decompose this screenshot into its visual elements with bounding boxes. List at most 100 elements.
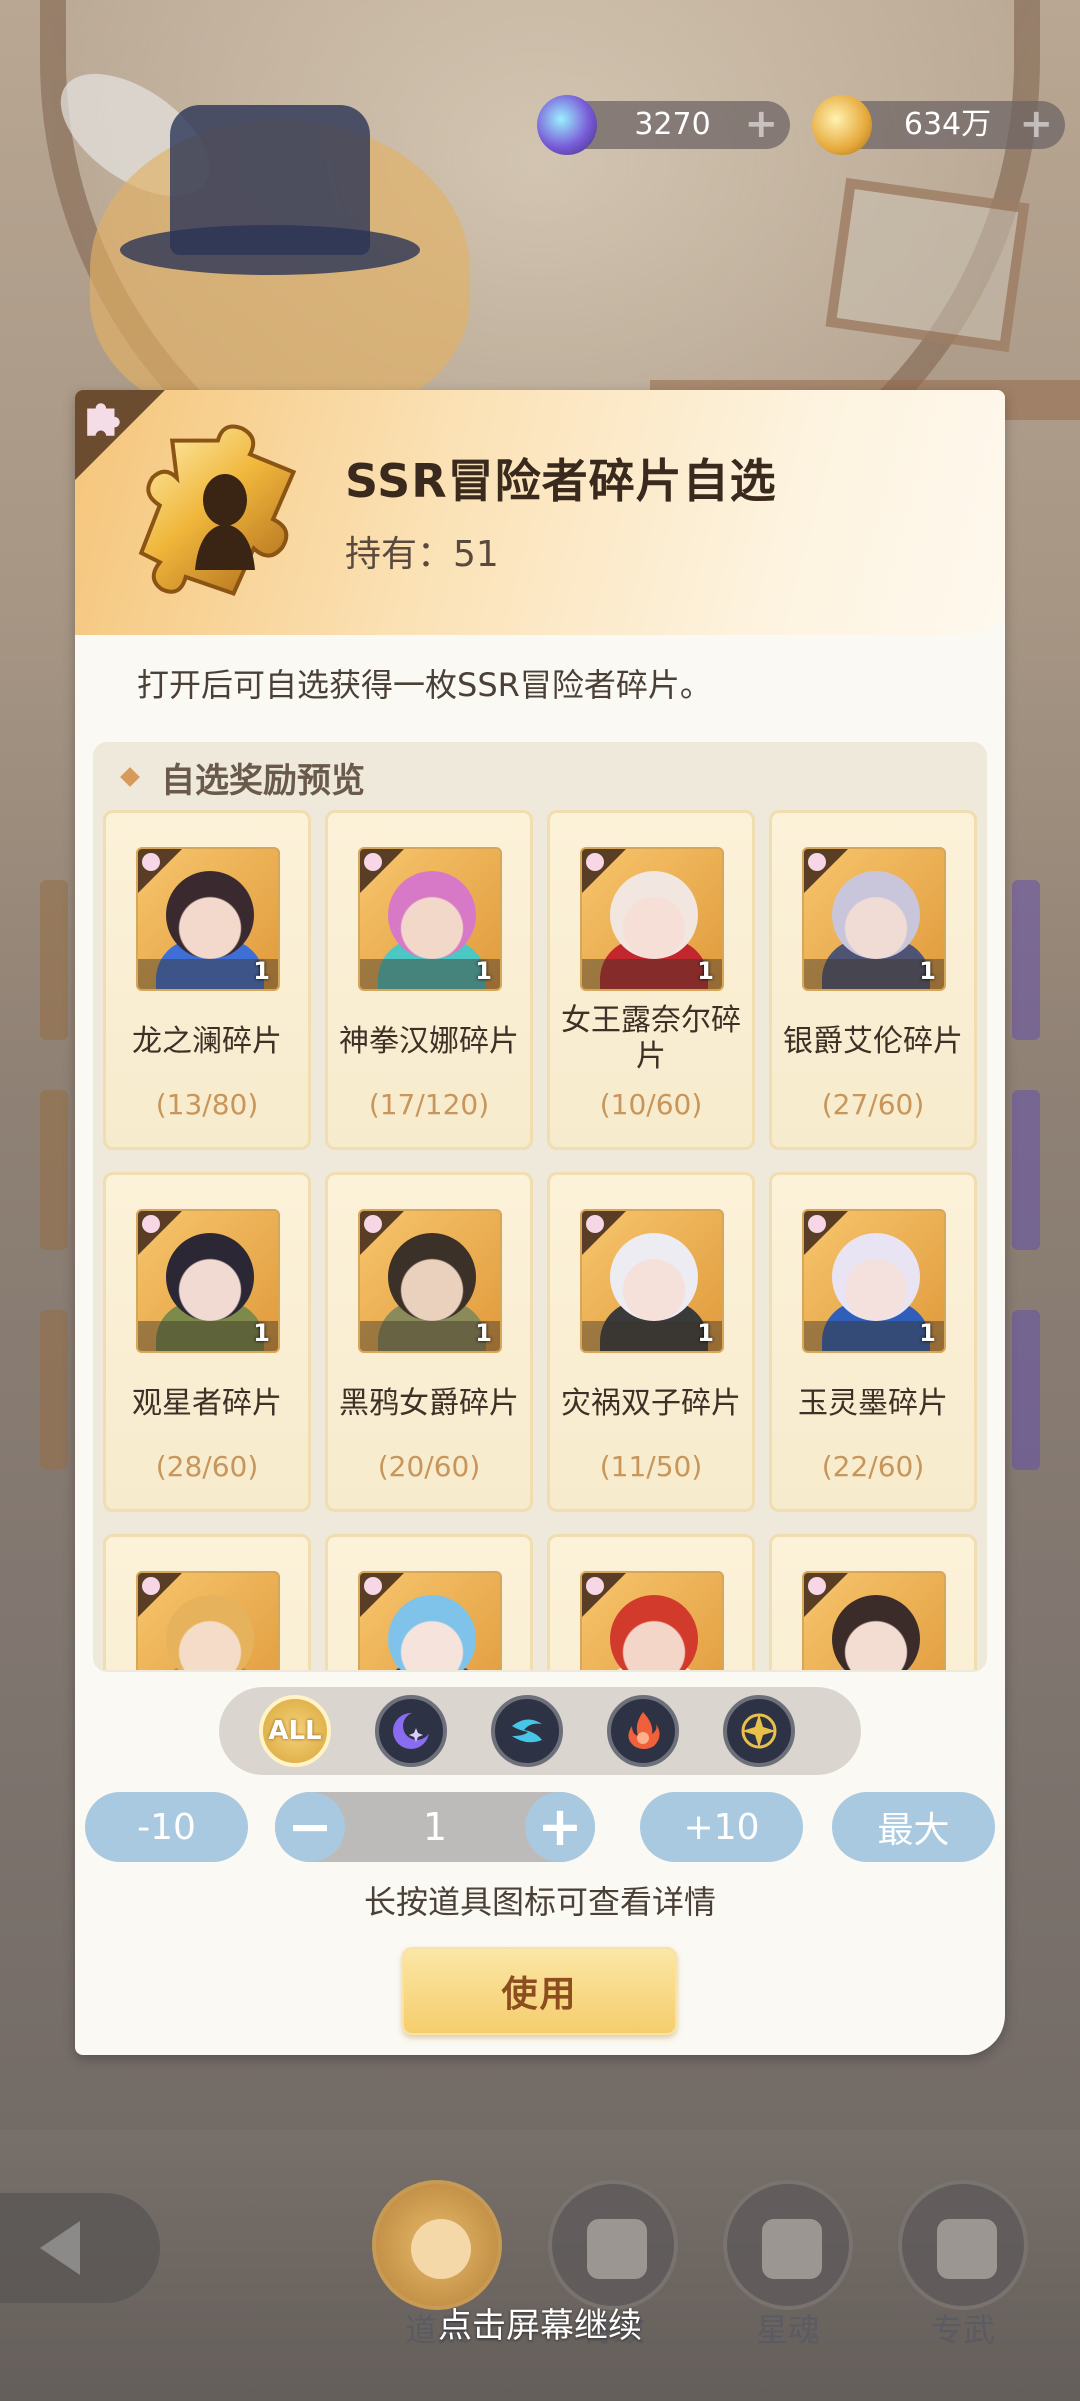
hero-portrait[interactable]: 1 — [802, 1209, 946, 1353]
back-button[interactable] — [0, 2193, 160, 2303]
quantity-value[interactable]: 1 — [345, 1792, 525, 1862]
hero-portrait[interactable]: 1 — [358, 847, 502, 991]
fragment-card[interactable]: 1 黑鸦女爵碎片 (20/60) — [325, 1172, 533, 1512]
background-card — [1012, 1310, 1040, 1470]
fragment-card[interactable] — [547, 1534, 755, 1670]
back-arrow-icon — [40, 2221, 80, 2275]
gear-icon — [937, 2219, 997, 2279]
fire-element-icon[interactable] — [607, 1695, 679, 1767]
fragment-count: 1 — [253, 957, 270, 985]
puzzle-piece-icon — [142, 1577, 160, 1595]
reward-preview-title: 自选奖励预览 — [161, 760, 365, 801]
moon-element-icon[interactable] — [375, 1695, 447, 1767]
reward-grid: 1 龙之澜碎片 (13/80) 1 神拳汉娜碎片 (17/120) 1 女王露奈尔碎片 (10/… — [103, 810, 983, 1670]
background-hat — [170, 105, 370, 255]
puzzle-piece-icon — [364, 1215, 382, 1233]
fragment-card[interactable]: 1 女王露奈尔碎片 (10/60) — [547, 810, 755, 1150]
gold-coin-icon — [812, 95, 872, 155]
puzzle-piece-icon — [87, 403, 120, 436]
moon-element-glyph — [393, 1712, 431, 1749]
fragment-name: 神拳汉娜碎片 — [339, 1024, 519, 1059]
wind-element-icon[interactable] — [491, 1695, 563, 1767]
bag-icon — [411, 2219, 471, 2279]
item-description: 打开后可自选获得一枚SSR冒险者碎片。 — [137, 666, 712, 704]
hero-portrait[interactable]: 1 — [136, 1209, 280, 1353]
nav-effects-button[interactable] — [548, 2180, 678, 2310]
wind-element-glyph — [512, 1719, 542, 1743]
puzzle-piece-icon — [586, 1215, 604, 1233]
diamond-bullet-icon — [120, 767, 140, 787]
fragment-progress: (22/60) — [821, 1450, 925, 1483]
item-use-dialog: SSR冒险者碎片自选 持有：51 打开后可自选获得一枚SSR冒险者碎片。 自选奖… — [75, 390, 1005, 2055]
fragment-name: 灾祸双子碎片 — [561, 1386, 741, 1421]
card-icon — [762, 2219, 822, 2279]
max-button[interactable]: 最大 — [832, 1792, 995, 1862]
fragment-progress: (10/60) — [599, 1088, 703, 1121]
reward-preview-panel[interactable]: 自选奖励预览 1 龙之澜碎片 (13/80) 1 神拳汉娜碎片 (17/120) 1 女王露奈… — [93, 742, 987, 1672]
fragment-count: 1 — [475, 1319, 492, 1347]
hero-portrait[interactable] — [580, 1571, 724, 1670]
nav-star-soul-button[interactable] — [723, 2180, 853, 2310]
hero-portrait[interactable] — [136, 1571, 280, 1670]
dice-icon — [587, 2219, 647, 2279]
filter-all-tab[interactable]: ALL — [259, 1695, 331, 1767]
fragment-progress: (20/60) — [377, 1450, 481, 1483]
nav-items-button[interactable] — [372, 2180, 502, 2310]
fragment-card[interactable]: 1 银爵艾伦碎片 (27/60) — [769, 810, 977, 1150]
fragment-count: 1 — [919, 957, 936, 985]
puzzle-piece-icon — [808, 1577, 826, 1595]
ssr-fragment-item-icon — [138, 424, 297, 597]
tap-to-continue[interactable]: 点击屏幕继续 — [0, 2298, 1080, 2347]
fragment-progress: (17/120) — [368, 1088, 490, 1121]
puzzle-piece-icon — [586, 1577, 604, 1595]
background-card — [1012, 880, 1040, 1040]
background-card — [40, 1310, 68, 1470]
fragment-name: 龙之澜碎片 — [132, 1024, 282, 1059]
fragment-card[interactable]: 1 观星者碎片 (28/60) — [103, 1172, 311, 1512]
fragment-count: 1 — [697, 957, 714, 985]
minus-10-button[interactable]: -10 — [85, 1792, 248, 1862]
plus-10-button[interactable]: +10 — [640, 1792, 803, 1862]
fragment-count: 1 — [253, 1319, 270, 1347]
filter-all-label: ALL — [268, 1716, 322, 1746]
fragment-card[interactable] — [769, 1534, 977, 1670]
decrement-button[interactable]: − — [275, 1792, 345, 1862]
fragment-card[interactable]: 1 灾祸双子碎片 (11/50) — [547, 1172, 755, 1512]
use-button[interactable]: 使用 — [402, 1947, 677, 2035]
background-card — [40, 1090, 68, 1250]
hero-portrait[interactable] — [358, 1571, 502, 1670]
fragment-card[interactable] — [325, 1534, 533, 1670]
fragment-progress: (27/60) — [821, 1088, 925, 1121]
fragment-name: 黑鸦女爵碎片 — [339, 1386, 519, 1421]
quantity-stepper: − 1 + — [275, 1792, 595, 1862]
hero-portrait[interactable]: 1 — [136, 847, 280, 991]
add-gold-button[interactable]: + — [1019, 101, 1053, 147]
hero-portrait[interactable]: 1 — [580, 847, 724, 991]
fragment-name: 观星者碎片 — [132, 1386, 282, 1421]
puzzle-piece-icon — [586, 853, 604, 871]
puzzle-piece-icon — [808, 853, 826, 871]
gem-icon — [537, 95, 597, 155]
hero-portrait[interactable]: 1 — [358, 1209, 502, 1353]
dialog-header: SSR冒险者碎片自选 持有：51 — [75, 390, 1005, 635]
fragment-card[interactable]: 1 神拳汉娜碎片 (17/120) — [325, 810, 533, 1150]
increment-button[interactable]: + — [525, 1792, 595, 1862]
puzzle-piece-icon — [364, 1577, 382, 1595]
fragment-card[interactable]: 1 龙之澜碎片 (13/80) — [103, 810, 311, 1150]
puzzle-piece-icon — [142, 1215, 160, 1233]
item-title: SSR冒险者碎片自选 — [345, 454, 777, 508]
star-element-icon[interactable] — [723, 1695, 795, 1767]
hero-portrait[interactable]: 1 — [802, 847, 946, 991]
fragment-card[interactable]: 1 玉灵墨碎片 (22/60) — [769, 1172, 977, 1512]
puzzle-piece-icon — [142, 853, 160, 871]
hero-portrait[interactable] — [802, 1571, 946, 1670]
gold-amount: 634万 — [903, 107, 992, 142]
hero-portrait[interactable]: 1 — [580, 1209, 724, 1353]
add-gem-button[interactable]: + — [744, 101, 778, 147]
fire-element-glyph — [628, 1712, 660, 1749]
fragment-progress: (28/60) — [155, 1450, 259, 1483]
fragment-card[interactable] — [103, 1534, 311, 1670]
nav-weapon-button[interactable] — [898, 2180, 1028, 2310]
fragment-count: 1 — [919, 1319, 936, 1347]
item-owned-count: 持有：51 — [345, 534, 499, 575]
